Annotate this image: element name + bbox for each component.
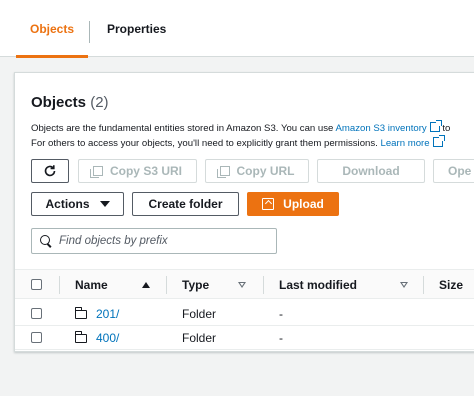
panel-title: Objects [31, 94, 87, 111]
type-cell: Folder [182, 307, 217, 321]
objects-panel: Objects (2) Objects are the fundamental … [14, 72, 474, 352]
last-modified-cell: - [279, 307, 283, 321]
row-checkbox[interactable] [31, 308, 42, 319]
create-folder-button[interactable]: Create folder [132, 192, 239, 216]
description-line-2: For others to access your objects, you'l… [31, 135, 445, 149]
search-input[interactable] [59, 235, 259, 247]
actions-dropdown[interactable]: Actions [31, 192, 124, 216]
learn-more-link-label: Learn more [380, 138, 430, 149]
column-header-last-modified[interactable]: Last modified [279, 270, 413, 300]
column-type-label: Type [182, 278, 210, 292]
description-text: For others to access your objects, you'l… [31, 138, 381, 149]
column-divider [166, 276, 167, 294]
refresh-button[interactable] [31, 159, 69, 183]
caret-down-icon [99, 201, 110, 207]
object-count: (2) [90, 94, 109, 111]
name-cell: 201/ [74, 302, 119, 326]
sort-icon[interactable] [400, 282, 408, 288]
copy-icon [89, 166, 103, 178]
column-name-label: Name [75, 278, 108, 292]
description-text: Objects are the fundamental entities sto… [31, 123, 336, 134]
type-cell: Folder [182, 331, 217, 345]
table-row: 201/ Folder - [15, 302, 474, 326]
sort-ascending-icon[interactable] [142, 282, 150, 288]
create-folder-label: Create folder [148, 197, 223, 211]
tab-objects[interactable]: Objects [16, 0, 88, 58]
tabs-bar: Objects Properties [0, 0, 474, 58]
name-cell: 400/ [74, 326, 119, 350]
column-divider [263, 276, 264, 294]
download-button[interactable]: Download [317, 159, 425, 183]
folder-link[interactable]: 400/ [96, 331, 119, 345]
tab-divider [89, 21, 90, 43]
s3-inventory-link-label: Amazon S3 inventory [335, 123, 427, 134]
column-header-size[interactable]: Size [439, 270, 474, 300]
upload-icon [262, 198, 275, 210]
external-link-icon [432, 135, 445, 147]
column-divider [59, 276, 60, 294]
column-header-name[interactable]: Name [75, 270, 153, 300]
download-label: Download [342, 164, 400, 178]
refresh-icon [44, 165, 56, 177]
tab-properties[interactable]: Properties [107, 0, 166, 57]
search-icon [40, 235, 52, 247]
column-header-type[interactable]: Type [182, 270, 252, 300]
s3-inventory-link[interactable]: Amazon S3 inventory [335, 120, 442, 134]
copy-icon [216, 166, 230, 178]
copy-url-label: Copy URL [236, 164, 295, 178]
last-modified-cell: - [279, 331, 283, 345]
copy-s3-uri-button[interactable]: Copy S3 URI [78, 159, 197, 183]
page-title: Objects (2) [31, 94, 109, 111]
sort-icon[interactable] [238, 282, 246, 288]
row-checkbox[interactable] [31, 332, 42, 343]
open-label: Ope [448, 164, 472, 178]
column-size-label: Size [439, 278, 464, 292]
folder-link[interactable]: 201/ [96, 307, 119, 321]
select-all-checkbox[interactable] [31, 279, 42, 290]
folder-icon [74, 330, 87, 343]
column-divider [423, 276, 424, 294]
copy-s3-uri-label: Copy S3 URI [109, 164, 182, 178]
folder-icon [74, 306, 87, 319]
description-line-1: Objects are the fundamental entities sto… [31, 120, 450, 134]
search-box [31, 228, 277, 254]
learn-more-link[interactable]: Learn more [380, 135, 445, 149]
upload-label: Upload [283, 197, 324, 211]
table-header: Name Type Last modified Size [15, 269, 474, 299]
upload-button[interactable]: Upload [247, 192, 339, 216]
copy-url-button[interactable]: Copy URL [205, 159, 309, 183]
actions-label: Actions [45, 197, 90, 211]
column-last-modified-label: Last modified [279, 278, 358, 292]
table-row: 400/ Folder - [15, 326, 474, 350]
external-link-icon [429, 120, 442, 132]
open-button[interactable]: Ope [433, 159, 474, 183]
